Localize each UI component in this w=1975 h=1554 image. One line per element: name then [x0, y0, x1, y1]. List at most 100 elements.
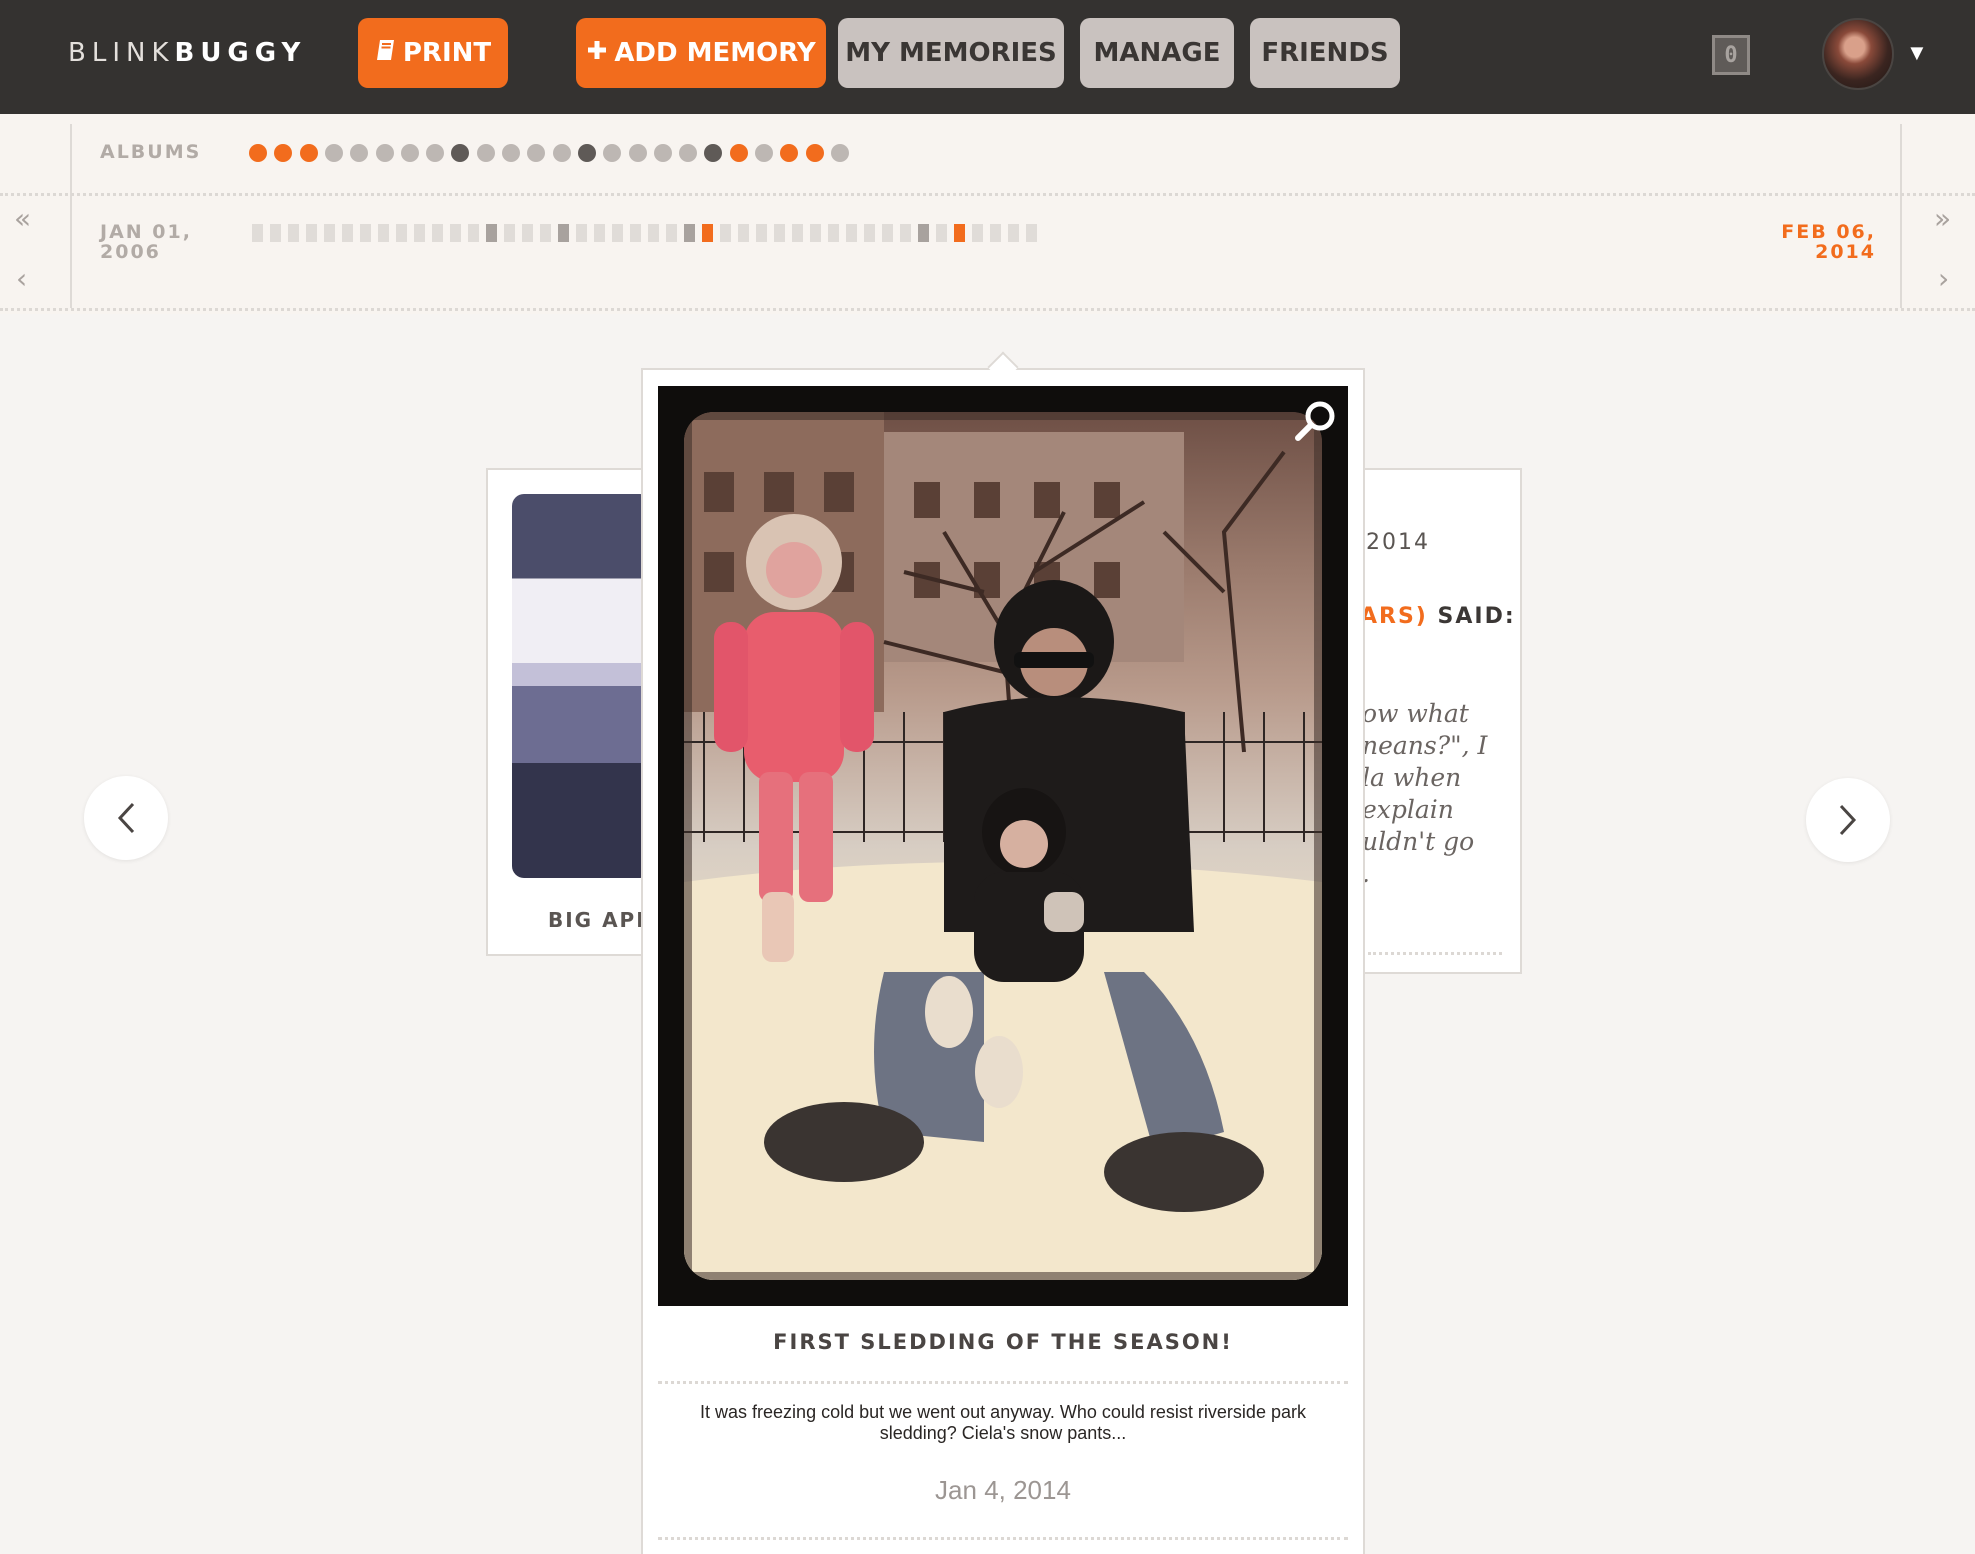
timeline-tick[interactable] [702, 224, 713, 242]
brand-logo[interactable]: BLINKBUGGY [68, 38, 306, 68]
album-dot[interactable] [426, 144, 445, 162]
timeline-box [70, 124, 1902, 308]
timeline-tick[interactable] [864, 224, 875, 242]
timeline-tick[interactable] [720, 224, 731, 242]
timeline-tick[interactable] [270, 224, 281, 242]
add-memory-button[interactable]: ADD MEMORY [576, 18, 826, 88]
timeline-tick[interactable] [558, 224, 569, 242]
timeline-tick[interactable] [648, 224, 659, 242]
timeline-tick[interactable] [414, 224, 425, 242]
timeline-tick[interactable] [594, 224, 605, 242]
right-memory-said: SAID: [1437, 604, 1516, 629]
timeline-tick[interactable] [486, 224, 497, 242]
timeline-tick[interactable] [396, 224, 407, 242]
timeline-tick[interactable] [1026, 224, 1037, 242]
album-dot[interactable] [249, 144, 267, 162]
timeline-tick[interactable] [936, 224, 947, 242]
timeline-tick[interactable] [666, 224, 677, 242]
top-navigation-bar: BLINKBUGGY PRINT ADD MEMORY MY MEMORIES … [0, 0, 1975, 114]
timeline-tick[interactable] [846, 224, 857, 242]
magnifier-icon[interactable] [1292, 398, 1338, 449]
chevron-right-icon[interactable]: › [1938, 262, 1949, 295]
right-memory-text-line: ow what [1362, 699, 1469, 728]
timeline-tick[interactable] [972, 224, 983, 242]
right-card-divider [1368, 952, 1502, 955]
timeline-tick[interactable] [306, 224, 317, 242]
timeline-tick[interactable] [522, 224, 533, 242]
album-dot[interactable] [502, 144, 520, 162]
albums-label: ALBUMS [100, 141, 202, 163]
friends-button-label: FRIENDS [1261, 38, 1389, 68]
memory-date: Jan 4, 2014 [935, 1475, 1071, 1505]
timeline-tick[interactable] [360, 224, 371, 242]
timeline-tick[interactable] [288, 224, 299, 242]
timeline-tick[interactable] [738, 224, 749, 242]
next-memory-button[interactable] [1806, 778, 1890, 862]
timeline-tick[interactable] [882, 224, 893, 242]
timeline-tick[interactable] [468, 224, 479, 242]
timeline-tick[interactable] [612, 224, 623, 242]
brand-logo-light: BLINK [68, 38, 175, 68]
right-memory-text: ow what neans?", I la when explain uldn'… [1362, 698, 1487, 890]
album-dot[interactable] [476, 144, 495, 162]
timeline-tick[interactable] [900, 224, 911, 242]
timeline-tick[interactable] [378, 224, 389, 242]
user-avatar[interactable] [1822, 18, 1894, 90]
album-dot[interactable] [400, 144, 419, 162]
memory-bottom-divider [658, 1537, 1348, 1540]
timeline-tick[interactable] [918, 224, 929, 242]
left-memory-photo[interactable] [512, 494, 652, 878]
add-memory-button-label: ADD MEMORY [614, 38, 816, 68]
album-dot[interactable] [653, 144, 672, 162]
album-dot[interactable] [679, 144, 698, 162]
memory-description: It was freezing cold but we went out any… [700, 1402, 1306, 1443]
left-memory-caption: BIG APP [548, 908, 653, 932]
caret-down-icon[interactable]: ▼ [1906, 40, 1928, 66]
chevron-left-icon[interactable]: ‹ [16, 262, 27, 295]
timeline-tick[interactable] [954, 224, 965, 242]
timeline-tick[interactable] [540, 224, 551, 242]
right-memory-text-line: uldn't go [1362, 827, 1475, 856]
featured-memory-photo[interactable] [658, 386, 1348, 1306]
timeline-tick[interactable] [756, 224, 767, 242]
album-dot[interactable] [577, 144, 596, 162]
previous-memory-button[interactable] [84, 776, 168, 860]
double-chevron-right-icon[interactable]: » [1934, 202, 1951, 235]
timeline-tick[interactable] [630, 224, 641, 242]
timeline-tick[interactable] [1008, 224, 1019, 242]
album-dot[interactable] [324, 144, 343, 162]
friends-button[interactable]: FRIENDS [1250, 18, 1400, 88]
timeline-tick[interactable] [450, 224, 461, 242]
right-memory-text-line: . [1362, 859, 1370, 888]
timeline-tick[interactable] [432, 224, 443, 242]
timeline-tick[interactable] [990, 224, 1001, 242]
timeline-tick[interactable] [504, 224, 515, 242]
notification-counter[interactable]: 0 [1712, 35, 1750, 75]
timeline-tick[interactable] [342, 224, 353, 242]
memory-title: FIRST SLEDDING OF THE SEASON! [773, 1330, 1233, 1354]
timeline-tick[interactable] [828, 224, 839, 242]
chevron-left-icon [117, 802, 135, 834]
album-dot[interactable] [805, 144, 824, 162]
timeline-tick[interactable] [252, 224, 263, 242]
album-dot[interactable] [830, 144, 849, 162]
manage-button[interactable]: MANAGE [1080, 18, 1234, 88]
timeline-tick[interactable] [774, 224, 785, 242]
album-dot[interactable] [628, 144, 647, 162]
album-dot[interactable] [729, 144, 748, 162]
right-memory-author-name: ARS) [1360, 604, 1428, 629]
double-chevron-left-icon[interactable]: « [14, 202, 31, 235]
my-memories-button[interactable]: MY MEMORIES [838, 18, 1064, 88]
album-dot[interactable] [755, 144, 773, 162]
timeline-tick[interactable] [810, 224, 821, 242]
timeline-tick[interactable] [324, 224, 335, 242]
album-dot[interactable] [299, 144, 318, 162]
timeline-tick[interactable] [576, 224, 587, 242]
album-dot[interactable] [552, 144, 571, 162]
timeline-tick[interactable] [792, 224, 803, 242]
brand-logo-bold: BUGGY [174, 38, 307, 68]
print-button[interactable]: PRINT [358, 18, 508, 88]
plus-icon [586, 38, 608, 68]
album-dot[interactable] [375, 144, 394, 162]
timeline-tick[interactable] [684, 224, 695, 242]
